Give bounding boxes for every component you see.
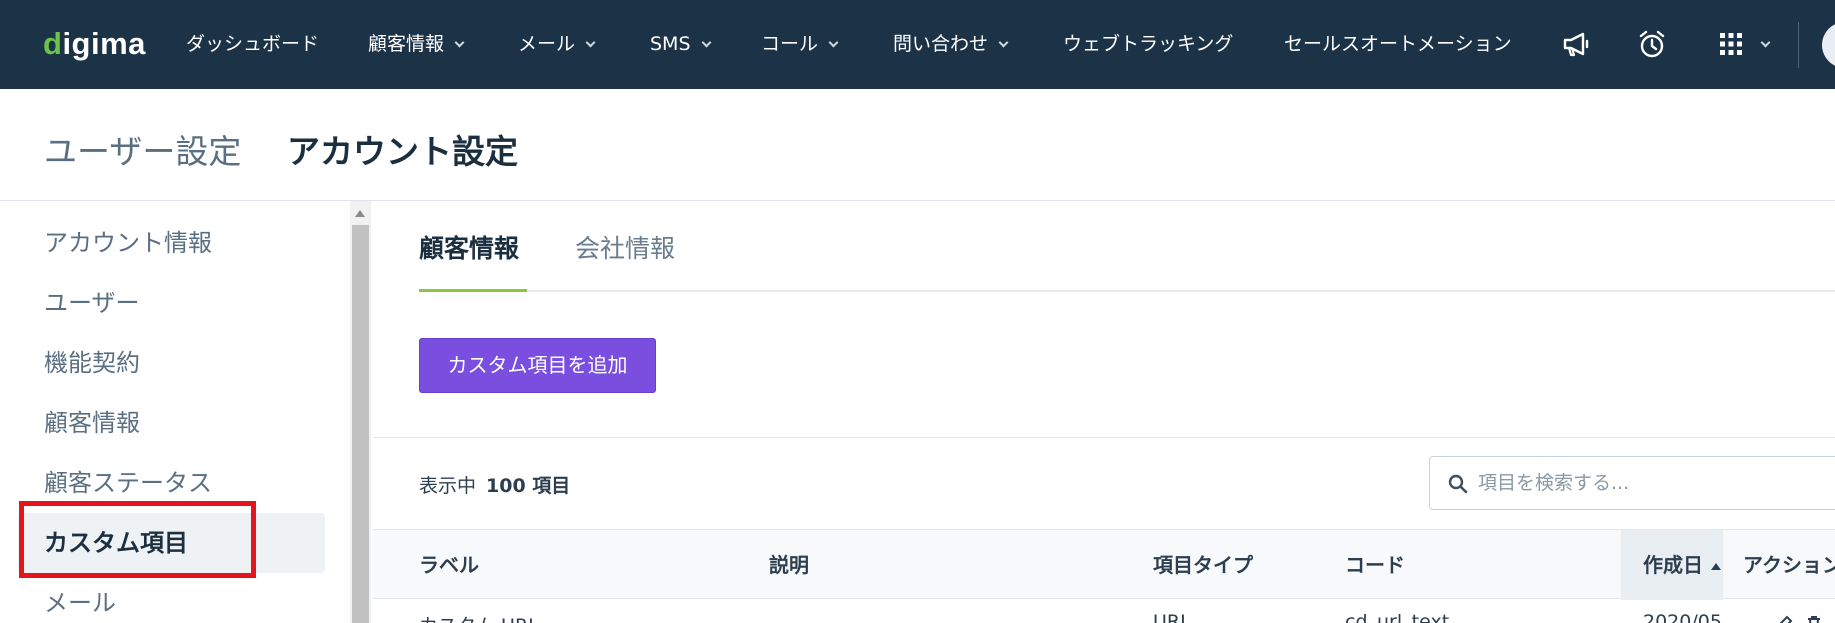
column-header-code[interactable]: コード	[1345, 530, 1405, 600]
cell-field-type: URL	[1153, 611, 1191, 623]
chevron-down-icon	[585, 37, 596, 48]
search-field[interactable]	[1429, 456, 1835, 510]
scrollbar-thumb[interactable]	[352, 225, 369, 623]
search-icon	[1448, 474, 1468, 494]
alarm-clock-icon[interactable]	[1636, 28, 1668, 60]
active-tab-indicator	[419, 289, 527, 292]
top-navigation-bar: digima ダッシュボード 顧客情報 メール SMS コール 問い合わせ ウェ…	[0, 0, 1835, 89]
column-header-description[interactable]: 説明	[769, 530, 809, 600]
sidebar-item-users[interactable]: ユーザー	[18, 273, 325, 333]
tab-customer-info[interactable]: 顧客情報	[419, 229, 519, 265]
nav-item-inquiry[interactable]: 問い合わせ	[893, 30, 1009, 58]
table-row[interactable]: カスタム URL URL cd_url_text 2020/05	[373, 599, 1835, 623]
nav-item-call[interactable]: コール	[761, 30, 839, 58]
page-header: ユーザー設定 アカウント設定	[0, 89, 1835, 201]
nav-item-sms[interactable]: SMS	[650, 30, 711, 58]
nav-item-dashboard[interactable]: ダッシュボード	[186, 30, 319, 58]
cell-label: カスタム URL	[419, 611, 539, 623]
delete-icon[interactable]	[1803, 613, 1825, 623]
table-header: ラベル 説明 項目タイプ コード 作成日 アクション	[373, 529, 1835, 600]
scroll-up-arrow-icon[interactable]	[355, 210, 365, 217]
tabs-divider	[419, 290, 1835, 292]
chevron-down-icon[interactable]	[1760, 37, 1771, 48]
page-title: アカウント設定	[287, 132, 518, 171]
sort-ascending-icon	[1711, 563, 1721, 570]
column-header-label[interactable]: ラベル	[419, 530, 479, 600]
cell-code: cd_url_text	[1345, 611, 1450, 623]
cell-created-date: 2020/05	[1643, 611, 1722, 623]
nav-item-web-tracking[interactable]: ウェブトラッキング	[1063, 30, 1233, 58]
chevron-down-icon	[828, 37, 839, 48]
nav-item-mail[interactable]: メール	[518, 30, 596, 58]
chevron-down-icon	[701, 37, 711, 48]
avatar[interactable]	[1822, 22, 1835, 68]
nav-divider	[1798, 22, 1799, 68]
nav-item-sales-automation[interactable]: セールスオートメーション	[1284, 30, 1512, 58]
highlight-annotation-box	[19, 501, 256, 578]
column-header-actions: アクション	[1743, 553, 1835, 577]
user-settings-link[interactable]: ユーザー設定	[44, 125, 241, 173]
apps-grid-icon[interactable]	[1715, 28, 1747, 60]
sidebar-item-account-info[interactable]: アカウント情報	[18, 213, 325, 273]
sidebar-item-mail[interactable]: メール	[18, 573, 325, 623]
edit-icon[interactable]	[1773, 613, 1795, 623]
chevron-down-icon	[454, 37, 465, 48]
column-header-created-date[interactable]: 作成日	[1621, 530, 1723, 600]
megaphone-icon[interactable]	[1560, 28, 1592, 60]
section-divider	[373, 437, 1835, 438]
main-content: 顧客情報 会社情報 カスタム項目を追加 表示中100 項目 ラベル 説明 項目タ…	[373, 201, 1835, 623]
sidebar-item-customer-info[interactable]: 顧客情報	[18, 393, 325, 453]
column-header-field-type[interactable]: 項目タイプ	[1153, 530, 1253, 600]
item-count: 表示中 100 項目	[419, 475, 571, 497]
tab-company-info[interactable]: 会社情報	[575, 229, 675, 265]
add-custom-field-button[interactable]: カスタム項目を追加	[419, 338, 656, 393]
sidebar-item-feature-contract[interactable]: 機能契約	[18, 333, 325, 393]
sidebar-scrollbar[interactable]	[350, 201, 371, 623]
nav-item-customer-info[interactable]: 顧客情報	[368, 30, 465, 58]
digima-logo[interactable]: digima	[43, 27, 146, 61]
search-input[interactable]	[1478, 467, 1828, 499]
chevron-down-icon	[998, 37, 1009, 48]
